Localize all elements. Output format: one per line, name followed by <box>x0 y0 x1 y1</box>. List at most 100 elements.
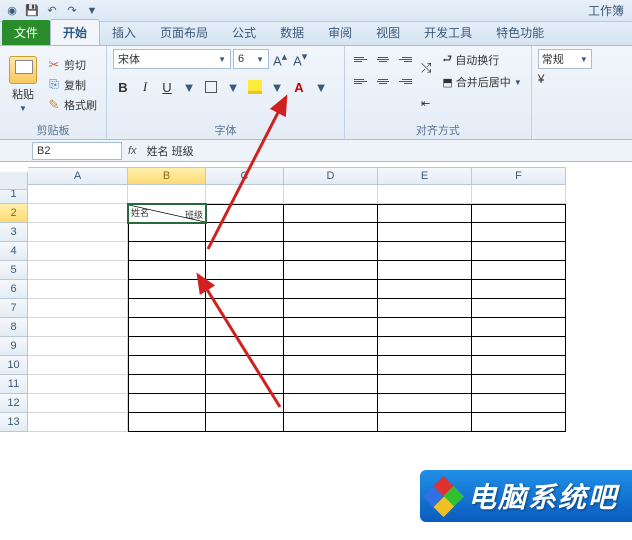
format-painter-button[interactable]: ✎格式刷 <box>44 96 100 114</box>
cell-E13[interactable] <box>378 413 472 432</box>
font-name-select[interactable]: 宋体▼ <box>113 49 231 69</box>
row-header-6[interactable]: 6 <box>0 280 28 299</box>
undo-icon[interactable]: ↶ <box>44 3 60 19</box>
align-left[interactable] <box>351 71 371 91</box>
cell-C11[interactable] <box>206 375 284 394</box>
row-header-10[interactable]: 10 <box>0 356 28 375</box>
cell-F2[interactable] <box>472 204 566 223</box>
increase-font-icon[interactable]: A▴ <box>271 50 289 68</box>
bold-button[interactable]: B <box>113 77 133 97</box>
align-top-right[interactable] <box>395 49 415 69</box>
orientation-icon[interactable]: ⤭ <box>421 60 431 76</box>
row-header-13[interactable]: 13 <box>0 413 28 432</box>
cell-F1[interactable] <box>472 185 566 204</box>
cell-B8[interactable] <box>128 318 206 337</box>
row-header-5[interactable]: 5 <box>0 261 28 280</box>
tab-formula[interactable]: 公式 <box>220 20 268 45</box>
paste-dropdown-icon[interactable]: ▼ <box>19 104 27 113</box>
row-header-2[interactable]: 2 <box>0 204 28 223</box>
tab-layout[interactable]: 页面布局 <box>148 20 220 45</box>
cell-E3[interactable] <box>378 223 472 242</box>
copy-button[interactable]: ⎘复制 <box>44 76 100 94</box>
tab-view[interactable]: 视图 <box>364 20 412 45</box>
cell-F13[interactable] <box>472 413 566 432</box>
formula-value[interactable]: 姓名 班级 <box>143 143 632 159</box>
tab-dev[interactable]: 开发工具 <box>412 20 484 45</box>
cell-C13[interactable] <box>206 413 284 432</box>
row-header-12[interactable]: 12 <box>0 394 28 413</box>
row-header-3[interactable]: 3 <box>0 223 28 242</box>
col-header-E[interactable]: E <box>378 167 472 185</box>
redo-icon[interactable]: ↷ <box>64 3 80 19</box>
cell-B9[interactable] <box>128 337 206 356</box>
cell-F3[interactable] <box>472 223 566 242</box>
fx-icon[interactable]: fx <box>128 145 137 157</box>
cell-E4[interactable] <box>378 242 472 261</box>
col-header-C[interactable]: C <box>206 167 284 185</box>
name-box[interactable]: B2 <box>32 142 122 160</box>
indent-decrease-icon[interactable]: ⇤ <box>421 97 431 110</box>
cell-C8[interactable] <box>206 318 284 337</box>
align-right[interactable] <box>395 71 415 91</box>
tab-data[interactable]: 数据 <box>268 20 316 45</box>
cell-C2[interactable] <box>206 204 284 223</box>
save-icon[interactable]: 💾 <box>24 3 40 19</box>
cell-A8[interactable] <box>28 318 128 337</box>
cell-E9[interactable] <box>378 337 472 356</box>
cell-C12[interactable] <box>206 394 284 413</box>
cell-F6[interactable] <box>472 280 566 299</box>
cell-E7[interactable] <box>378 299 472 318</box>
cell-D3[interactable] <box>284 223 378 242</box>
cell-A6[interactable] <box>28 280 128 299</box>
wrap-text-button[interactable]: ⮐自动换行 <box>439 49 524 70</box>
cell-C9[interactable] <box>206 337 284 356</box>
font-color-dropdown-icon[interactable]: ▼ <box>311 77 331 97</box>
cell-A3[interactable] <box>28 223 128 242</box>
font-color-button[interactable]: A <box>289 77 309 97</box>
currency-icon[interactable]: ¥ <box>538 72 545 86</box>
cell-D2[interactable] <box>284 204 378 223</box>
row-header-4[interactable]: 4 <box>0 242 28 261</box>
row-header-8[interactable]: 8 <box>0 318 28 337</box>
cell-F10[interactable] <box>472 356 566 375</box>
cell-E1[interactable] <box>378 185 472 204</box>
cell-F9[interactable] <box>472 337 566 356</box>
cell-B7[interactable] <box>128 299 206 318</box>
row-header-7[interactable]: 7 <box>0 299 28 318</box>
cell-A4[interactable] <box>28 242 128 261</box>
underline-button[interactable]: U <box>157 77 177 97</box>
cell-E10[interactable] <box>378 356 472 375</box>
col-header-F[interactable]: F <box>472 167 566 185</box>
tab-file[interactable]: 文件 <box>2 20 50 45</box>
wps-icon[interactable]: ◉ <box>4 3 20 19</box>
cell-D4[interactable] <box>284 242 378 261</box>
cell-C4[interactable] <box>206 242 284 261</box>
cell-B3[interactable] <box>128 223 206 242</box>
col-header-D[interactable]: D <box>284 167 378 185</box>
cell-A5[interactable] <box>28 261 128 280</box>
cell-A13[interactable] <box>28 413 128 432</box>
cell-E11[interactable] <box>378 375 472 394</box>
cell-B11[interactable] <box>128 375 206 394</box>
cell-D6[interactable] <box>284 280 378 299</box>
cell-D5[interactable] <box>284 261 378 280</box>
cell-B4[interactable] <box>128 242 206 261</box>
cell-A12[interactable] <box>28 394 128 413</box>
cell-B13[interactable] <box>128 413 206 432</box>
cell-F12[interactable] <box>472 394 566 413</box>
cell-E8[interactable] <box>378 318 472 337</box>
cell-D8[interactable] <box>284 318 378 337</box>
cell-D10[interactable] <box>284 356 378 375</box>
cell-D1[interactable] <box>284 185 378 204</box>
cell-C10[interactable] <box>206 356 284 375</box>
merge-center-button[interactable]: ⬒合并后居中▼ <box>439 73 524 91</box>
cell-A9[interactable] <box>28 337 128 356</box>
cell-E12[interactable] <box>378 394 472 413</box>
cell-F8[interactable] <box>472 318 566 337</box>
cell-A7[interactable] <box>28 299 128 318</box>
cell-D13[interactable] <box>284 413 378 432</box>
row-header-9[interactable]: 9 <box>0 337 28 356</box>
cell-F5[interactable] <box>472 261 566 280</box>
tab-insert[interactable]: 插入 <box>100 20 148 45</box>
cell-B6[interactable] <box>128 280 206 299</box>
